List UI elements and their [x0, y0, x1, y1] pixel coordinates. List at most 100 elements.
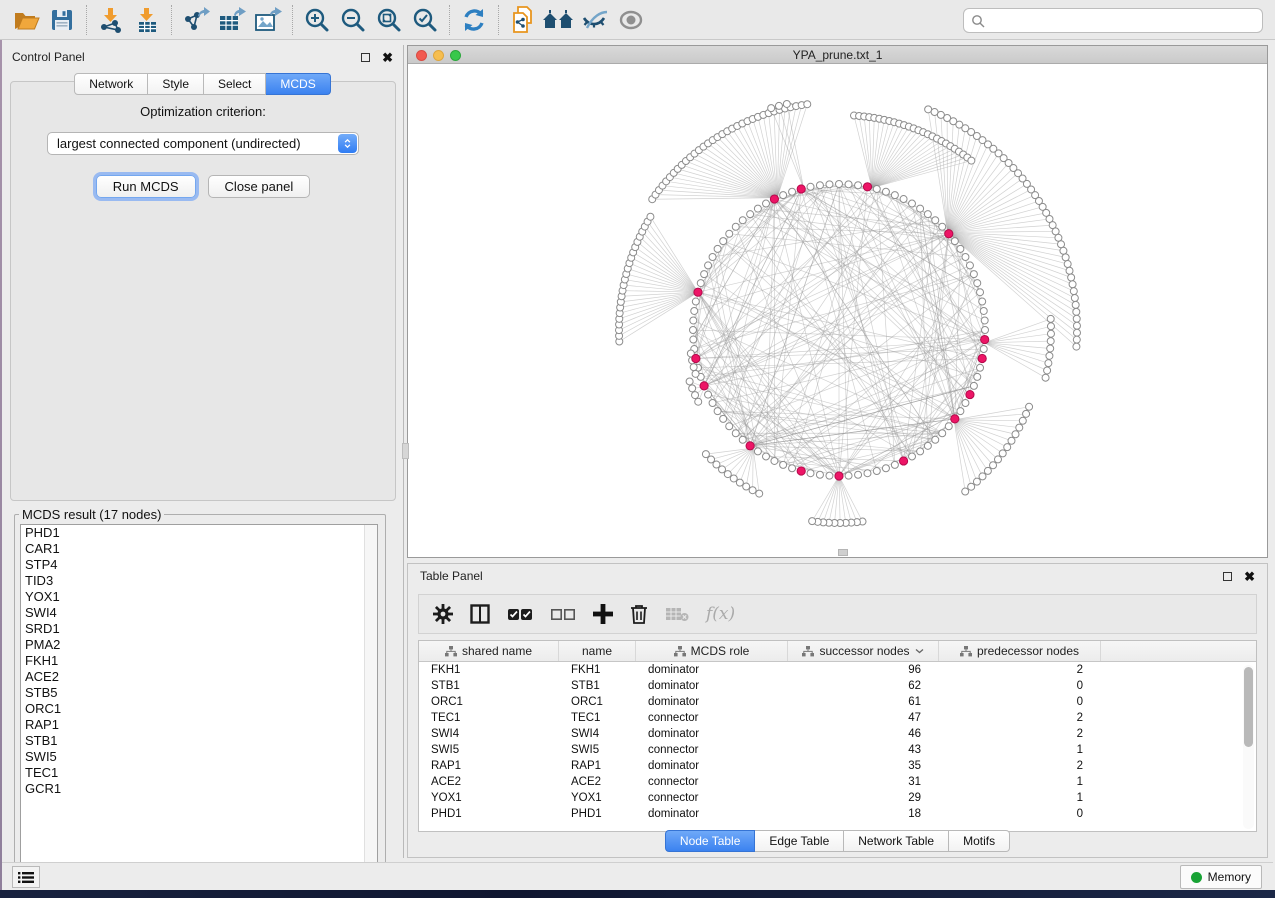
graph-node[interactable]	[855, 182, 862, 189]
graph-node[interactable]	[1071, 295, 1078, 302]
graph-node[interactable]	[690, 336, 697, 343]
graph-node[interactable]	[816, 471, 823, 478]
graph-node[interactable]	[1073, 315, 1080, 322]
graph-dominator-node[interactable]	[863, 183, 871, 191]
mcds-result-item[interactable]: FKH1	[21, 653, 377, 669]
graph-node[interactable]	[1073, 336, 1080, 343]
save-button[interactable]	[44, 4, 80, 36]
graph-dominator-node[interactable]	[978, 354, 986, 362]
graph-node[interactable]	[909, 200, 916, 207]
graph-node[interactable]	[736, 479, 743, 486]
graph-node[interactable]	[732, 223, 739, 230]
column-header-mcds-role[interactable]: MCDS role	[636, 641, 788, 661]
graph-node[interactable]	[690, 364, 697, 371]
graph-node[interactable]	[932, 217, 939, 224]
tab-network[interactable]: Network	[74, 73, 148, 95]
graph-node[interactable]	[1047, 330, 1054, 337]
search-field[interactable]	[963, 8, 1263, 33]
graph-node[interactable]	[720, 415, 727, 422]
close-table-panel-icon[interactable]: ✖	[1244, 570, 1255, 583]
graph-node[interactable]	[690, 327, 697, 334]
zoom-out-button[interactable]	[335, 4, 371, 36]
graph-dominator-node[interactable]	[694, 288, 702, 296]
vertical-splitter-handle[interactable]	[402, 443, 409, 459]
graph-node[interactable]	[697, 280, 704, 287]
graph-node[interactable]	[924, 442, 931, 449]
graph-node[interactable]	[754, 448, 761, 455]
mcds-result-item[interactable]: STB1	[21, 733, 377, 749]
float-table-panel-icon[interactable]	[1223, 572, 1232, 581]
graph-node[interactable]	[855, 471, 862, 478]
graph-node[interactable]	[1026, 403, 1033, 410]
graph-dominator-node[interactable]	[945, 230, 953, 238]
refresh-button[interactable]	[456, 4, 492, 36]
graph-node[interactable]	[999, 450, 1006, 457]
graph-node[interactable]	[962, 400, 969, 407]
graph-node[interactable]	[1047, 338, 1054, 345]
graph-node[interactable]	[739, 436, 746, 443]
graph-node[interactable]	[845, 472, 852, 479]
graph-node[interactable]	[962, 488, 969, 495]
graph-node[interactable]	[980, 346, 987, 353]
graph-dominator-node[interactable]	[746, 442, 754, 450]
table-scrollbar-thumb[interactable]	[1244, 667, 1253, 747]
mcds-result-item[interactable]: RAP1	[21, 717, 377, 733]
graph-node[interactable]	[957, 408, 964, 415]
delete-table-icon[interactable]	[665, 606, 689, 622]
show-columns-icon[interactable]	[470, 604, 490, 624]
graph-node[interactable]	[1072, 301, 1079, 308]
graph-dominator-node[interactable]	[700, 382, 708, 390]
table-row[interactable]: ACE2 ACE2 connector 31 1	[419, 774, 1256, 790]
graph-node[interactable]	[909, 453, 916, 460]
graph-node[interactable]	[763, 200, 770, 207]
graph-node[interactable]	[692, 370, 699, 377]
graph-node[interactable]	[1055, 234, 1062, 241]
graph-node[interactable]	[957, 245, 964, 252]
graph-node[interactable]	[739, 217, 746, 224]
graph-node[interactable]	[809, 518, 816, 525]
first-neighbors-button[interactable]	[541, 4, 577, 36]
graph-node[interactable]	[917, 205, 924, 212]
zoom-in-button[interactable]	[299, 4, 335, 36]
graph-node[interactable]	[968, 483, 975, 490]
graph-node[interactable]	[977, 289, 984, 296]
graph-dominator-node[interactable]	[981, 335, 989, 343]
graph-node[interactable]	[968, 157, 975, 164]
graph-dominator-node[interactable]	[951, 415, 959, 423]
mcds-result-item[interactable]: SWI4	[21, 605, 377, 621]
column-header-predecessor-nodes[interactable]: predecessor nodes	[939, 641, 1101, 661]
hide-selected-button[interactable]	[577, 4, 613, 36]
graph-node[interactable]	[1047, 315, 1054, 322]
graph-node[interactable]	[702, 451, 709, 458]
graph-node[interactable]	[789, 465, 796, 472]
graph-node[interactable]	[714, 245, 721, 252]
mcds-result-item[interactable]: PHD1	[21, 525, 377, 541]
graph-node[interactable]	[979, 473, 986, 480]
table-settings-gear-icon[interactable]	[433, 604, 453, 624]
graph-node[interactable]	[807, 470, 814, 477]
select-all-icon[interactable]	[507, 606, 533, 622]
graph-node[interactable]	[962, 254, 969, 261]
deselect-all-icon[interactable]	[550, 606, 576, 622]
graph-node[interactable]	[780, 192, 787, 199]
criterion-dropdown[interactable]: largest connected component (undirected)	[47, 132, 359, 155]
mcds-result-list[interactable]: PHD1CAR1STP4TID3YOX1SWI4SRD1PMA2FKH1ACE2…	[20, 524, 378, 874]
table-row[interactable]: RAP1 RAP1 dominator 35 2	[419, 758, 1256, 774]
graph-node[interactable]	[714, 408, 721, 415]
graph-node[interactable]	[804, 101, 811, 108]
graph-node[interactable]	[775, 102, 782, 109]
graph-node[interactable]	[816, 182, 823, 189]
graph-dominator-node[interactable]	[797, 185, 805, 193]
graph-node[interactable]	[891, 461, 898, 468]
graph-node[interactable]	[754, 205, 761, 212]
mcds-result-item[interactable]: TID3	[21, 573, 377, 589]
graph-node[interactable]	[945, 423, 952, 430]
graph-node[interactable]	[695, 398, 702, 405]
graph-node[interactable]	[780, 461, 787, 468]
graph-node[interactable]	[970, 271, 977, 278]
graph-node[interactable]	[966, 262, 973, 269]
search-input[interactable]	[985, 14, 1255, 28]
mcds-list-scrollbar[interactable]	[364, 525, 377, 873]
graph-node[interactable]	[977, 364, 984, 371]
graph-node[interactable]	[1012, 431, 1019, 438]
